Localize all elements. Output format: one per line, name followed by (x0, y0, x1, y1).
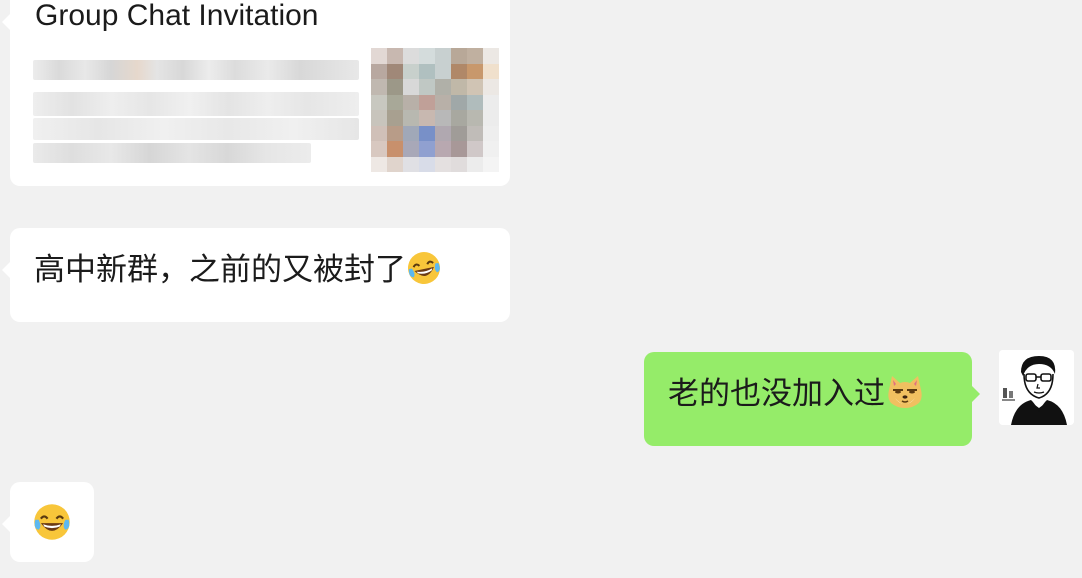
incoming-message-bubble[interactable]: 高中新群，之前的又被封了 (2, 228, 510, 322)
avatar-portrait-image (999, 350, 1074, 425)
blurred-text-line (33, 143, 311, 163)
group-chat-invitation-card[interactable]: Group Chat Invitation (2, 0, 510, 186)
blurred-text-line (33, 92, 359, 116)
message-text: 老的也没加入过 (668, 376, 885, 412)
blurred-text-line (33, 60, 359, 80)
face-with-tears-of-joy-icon (408, 252, 440, 284)
outgoing-message-bubble[interactable]: 老的也没加入过 (644, 352, 980, 446)
message-text-row (32, 502, 72, 546)
message-text-row: 老的也没加入过 (668, 374, 925, 414)
invitation-title: Group Chat Invitation (35, 0, 319, 32)
blurred-group-avatar (371, 48, 499, 172)
message-text: 高中新群，之前的又被封了 (34, 252, 406, 288)
blurred-text-line (33, 118, 359, 140)
avatar[interactable] (999, 350, 1074, 425)
face-with-tears-of-joy-icon (34, 504, 70, 540)
incoming-emoji-bubble[interactable] (2, 482, 94, 562)
doge-icon (888, 376, 922, 408)
message-text-row: 高中新群，之前的又被封了 (34, 250, 442, 290)
